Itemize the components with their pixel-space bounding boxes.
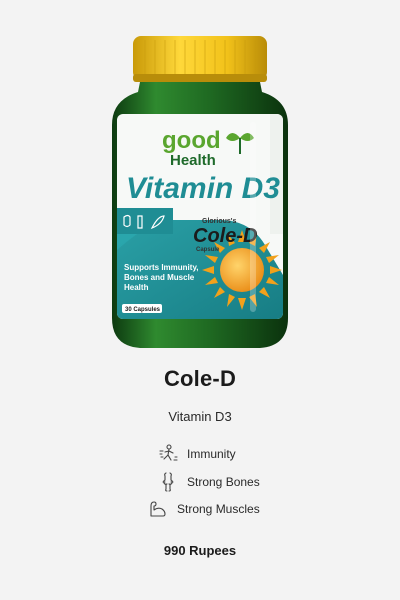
svg-text:Capsule: Capsule: [196, 247, 220, 253]
benefit-strong-bones: Strong Bones: [157, 471, 260, 493]
svg-text:30 Capsules: 30 Capsules: [125, 307, 161, 313]
product-name: Cole-D: [163, 366, 237, 391]
svg-text:Vitamin D3: Vitamin D3: [126, 172, 280, 205]
benefit-label: Immunity: [187, 447, 236, 461]
svg-text:Health: Health: [124, 283, 149, 292]
benefit-immunity: Immunity: [157, 443, 236, 465]
immunity-icon: [157, 443, 179, 465]
product-price: 990 Rupees: [163, 543, 237, 558]
benefit-label: Strong Muscles: [177, 502, 260, 516]
svg-text:Health: Health: [170, 152, 216, 169]
bone-icon: [157, 471, 179, 493]
muscle-icon: [147, 498, 169, 520]
product-subtitle: Vitamin D3: [168, 409, 232, 424]
bottle-cap: [133, 36, 267, 80]
benefit-strong-muscles: Strong Muscles: [147, 498, 260, 520]
svg-text:Supports Immunity,: Supports Immunity,: [124, 263, 199, 272]
benefit-label: Strong Bones: [187, 475, 260, 489]
svg-text:good: good: [162, 127, 221, 154]
svg-text:Glorious's: Glorious's: [202, 218, 236, 225]
product-card[interactable]: good Health Vitamin D3 Glorious's Cole-D…: [0, 0, 400, 600]
svg-text:Cole-D: Cole-D: [193, 225, 257, 247]
product-image: good Health Vitamin D3 Glorious's Cole-D…: [100, 30, 300, 350]
svg-text:Bones and Muscle: Bones and Muscle: [124, 273, 195, 282]
